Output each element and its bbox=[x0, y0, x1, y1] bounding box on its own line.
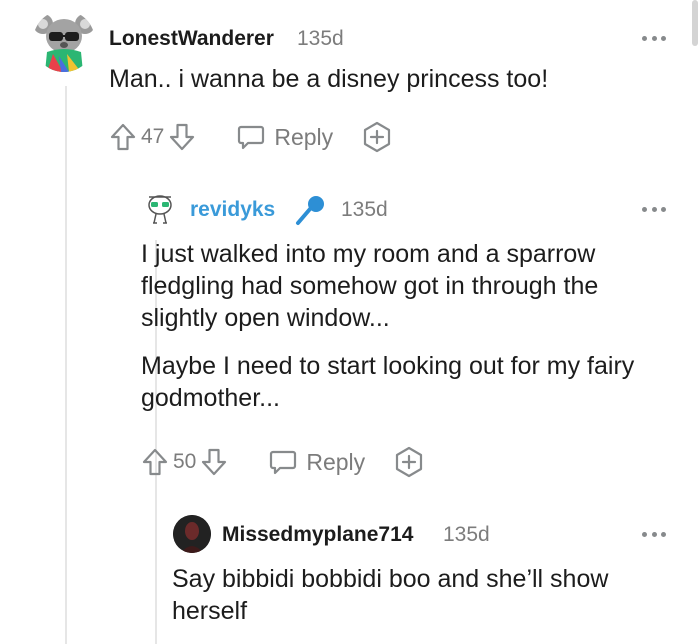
scrollbar[interactable] bbox=[692, 0, 698, 46]
upvote-arrow-icon[interactable] bbox=[109, 122, 137, 152]
reply-label: Reply bbox=[306, 448, 366, 475]
award-plus-icon[interactable] bbox=[361, 121, 393, 153]
downvote-arrow-icon[interactable] bbox=[168, 122, 196, 152]
comment-age: 135d bbox=[443, 523, 490, 546]
comment-body: Man.. i wanna be a disney princess too! bbox=[109, 63, 669, 111]
comment-body: I just walked into my room and a sparrow… bbox=[141, 238, 671, 430]
avatar[interactable] bbox=[33, 10, 95, 72]
thread-line[interactable] bbox=[65, 86, 67, 644]
username[interactable]: revidyks bbox=[190, 198, 275, 222]
speech-bubble-icon bbox=[270, 450, 297, 475]
award-plus-icon[interactable] bbox=[393, 446, 425, 478]
vote-score: 47 bbox=[141, 125, 165, 148]
downvote-arrow-icon[interactable] bbox=[200, 447, 228, 477]
username[interactable]: LonestWanderer bbox=[109, 27, 274, 51]
comment-actions: 47 Reply bbox=[109, 121, 393, 153]
reply-label: Reply bbox=[274, 123, 334, 150]
comment-actions: 50 Reply bbox=[141, 446, 425, 478]
comment-age: 135d bbox=[297, 27, 344, 50]
comment-paragraph: Say bibbidi bobbidi boo and she’ll show … bbox=[172, 565, 609, 625]
microphone-badge-icon bbox=[296, 196, 324, 225]
upvote-arrow-icon[interactable] bbox=[141, 447, 169, 477]
comment-paragraph: Maybe I need to start looking out for my… bbox=[141, 352, 635, 412]
vote-score: 50 bbox=[173, 450, 197, 473]
comment-body: Say bibbidi bobbidi boo and she’ll show … bbox=[172, 563, 672, 643]
avatar[interactable] bbox=[173, 515, 211, 553]
more-options-icon[interactable] bbox=[642, 33, 666, 43]
more-options-icon[interactable] bbox=[642, 529, 666, 539]
comment-paragraph: Man.. i wanna be a disney princess too! bbox=[109, 65, 549, 93]
comment-paragraph: I just walked into my room and a sparrow… bbox=[141, 240, 599, 332]
avatar[interactable] bbox=[143, 192, 177, 226]
comment-age: 135d bbox=[341, 198, 388, 221]
more-options-icon[interactable] bbox=[642, 204, 666, 214]
reply-button[interactable]: Reply bbox=[236, 122, 333, 152]
speech-bubble-icon bbox=[238, 125, 265, 150]
reply-button[interactable]: Reply bbox=[268, 447, 365, 477]
username[interactable]: Missedmyplane714 bbox=[222, 523, 413, 547]
